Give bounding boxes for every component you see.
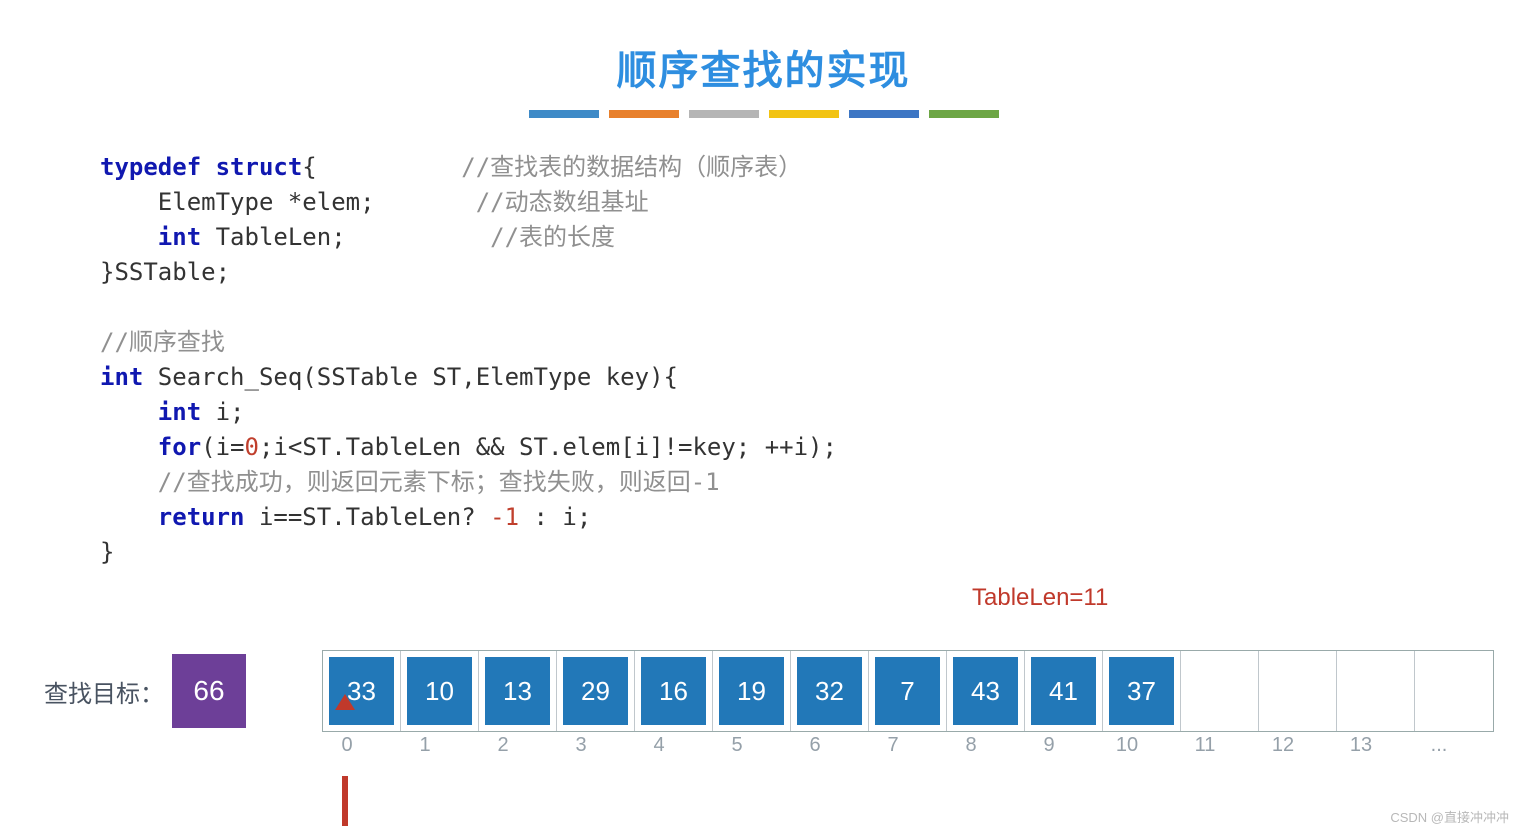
code-comment: //表的长度: [490, 223, 615, 251]
array-cell-value: 7: [875, 657, 940, 725]
code-text: ;i<ST.TableLen && ST.elem[i]!=key; ++i);: [259, 433, 837, 461]
array-cell: 7: [869, 651, 947, 731]
array-cell: 43: [947, 651, 1025, 731]
array-cell: 16: [635, 651, 713, 731]
array-cell: 10: [401, 651, 479, 731]
array-cell: [1259, 651, 1337, 731]
array-index: ...: [1400, 734, 1478, 757]
array-index: 9: [1010, 734, 1088, 757]
array-cell: [1415, 651, 1493, 731]
code-text: i;: [201, 398, 244, 426]
array-cell-value: 16: [641, 657, 706, 725]
keyword: return: [100, 503, 245, 531]
code-text: (i=: [201, 433, 244, 461]
array-cell: 19: [713, 651, 791, 731]
code-number: 0: [245, 433, 259, 461]
array-cell: 13: [479, 651, 557, 731]
array-cell: 32: [791, 651, 869, 731]
array-cell: 29: [557, 651, 635, 731]
array-cell-value: 41: [1031, 657, 1096, 725]
code-comment: //动态数组基址: [476, 188, 649, 216]
code-comment: //查找成功，则返回元素下标；查找失败，则返回-1: [100, 468, 720, 496]
code-text: }SSTable;: [100, 258, 230, 286]
bar-seg: [529, 110, 599, 118]
target-box: 66: [172, 654, 246, 728]
watermark: CSDN @直接冲冲冲: [1390, 807, 1509, 826]
code-text: Search_Seq(SSTable ST,ElemType key){: [143, 363, 678, 391]
code-block: typedef struct{ //查找表的数据结构（顺序表） ElemType…: [100, 150, 837, 570]
array-cell-value: [1343, 657, 1408, 725]
array-cell-value: 10: [407, 657, 472, 725]
tablelen-label: TableLen=11: [972, 584, 1108, 612]
array-index: 5: [698, 734, 776, 757]
array-cell-value: 32: [797, 657, 862, 725]
array-index: 4: [620, 734, 698, 757]
array-index: 12: [1244, 734, 1322, 757]
array-cell-value: 19: [719, 657, 784, 725]
bar-seg: [689, 110, 759, 118]
keyword: typedef struct: [100, 153, 302, 181]
keyword: int: [100, 223, 201, 251]
array-index: 8: [932, 734, 1010, 757]
array-index: 3: [542, 734, 620, 757]
keyword: for: [100, 433, 201, 461]
array-cell-value: [1265, 657, 1330, 725]
array-cell-value: 13: [485, 657, 550, 725]
array-index: 2: [464, 734, 542, 757]
code-text: }: [100, 538, 114, 566]
array-cell-value: 33: [329, 657, 394, 725]
array-index: 10: [1088, 734, 1166, 757]
target-label: 查找目标：: [44, 674, 164, 709]
keyword: int: [100, 363, 143, 391]
bar-seg: [609, 110, 679, 118]
code-comment: //查找表的数据结构（顺序表）: [461, 153, 802, 181]
keyword: int: [100, 398, 201, 426]
code-text: : i;: [519, 503, 591, 531]
page-title: 顺序查找的实现: [0, 0, 1527, 96]
array-cell-value: 37: [1109, 657, 1174, 725]
code-text: ElemType *elem;: [100, 188, 375, 216]
array-index: 1: [386, 734, 464, 757]
array-index: 7: [854, 734, 932, 757]
index-row: 012345678910111213...: [308, 734, 1478, 757]
code-comment: //顺序查找: [100, 328, 225, 356]
array-cell: 37: [1103, 651, 1181, 731]
array-cell-value: [1187, 657, 1252, 725]
code-text: TableLen;: [201, 223, 346, 251]
code-text: i==ST.TableLen?: [245, 503, 491, 531]
bar-seg: [769, 110, 839, 118]
bar-seg: [849, 110, 919, 118]
color-divider: [0, 110, 1527, 118]
array-index: 13: [1322, 734, 1400, 757]
array-cell: [1181, 651, 1259, 731]
code-text: {: [302, 153, 316, 181]
array-cell-value: [1421, 657, 1487, 725]
bar-seg: [929, 110, 999, 118]
array-index: 0: [308, 734, 386, 757]
array-cell: 33: [323, 651, 401, 731]
array-visual: 331013291619327434137: [322, 650, 1494, 732]
array-cell-value: 29: [563, 657, 628, 725]
array-index: 6: [776, 734, 854, 757]
code-number: -1: [490, 503, 519, 531]
array-cell: [1337, 651, 1415, 731]
pointer-arrow-icon: [335, 760, 355, 826]
array-cell-value: 43: [953, 657, 1018, 725]
array-cell: 41: [1025, 651, 1103, 731]
array-index: 11: [1166, 734, 1244, 757]
target-row: 查找目标： 66 331013291619327434137: [44, 650, 1494, 732]
